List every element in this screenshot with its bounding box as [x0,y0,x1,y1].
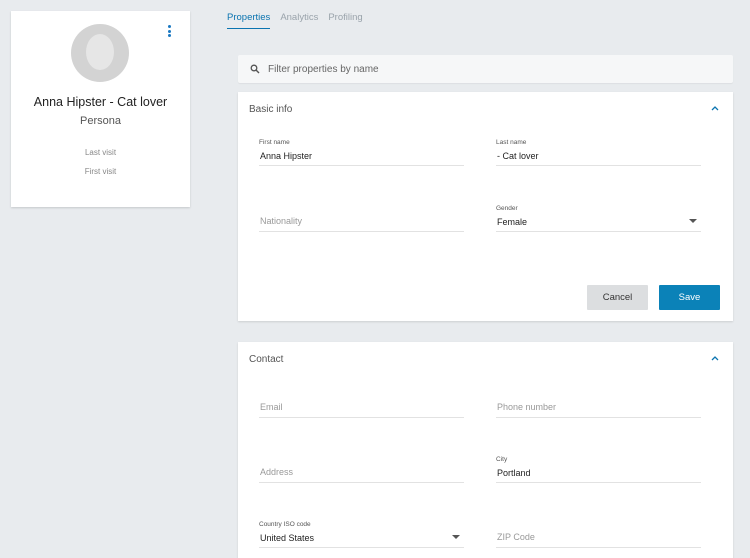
avatar [71,24,129,82]
gender-label: Gender [496,205,518,212]
avatar-placeholder-icon [86,34,114,70]
filter-bar [238,55,733,83]
caret-down-icon[interactable] [452,535,460,539]
last-name-field[interactable]: Last name - Cat lover [496,136,701,166]
search-icon [250,64,260,74]
tab-profiling[interactable]: Profiling [328,12,362,29]
phone-number-field[interactable]: Phone number [496,388,701,418]
first-name-label: First name [259,139,290,146]
last-name-label: Last name [496,139,527,146]
nationality-field[interactable]: Nationality [259,202,464,232]
city-field[interactable]: City Portland [496,453,701,483]
save-button[interactable]: Save [659,285,720,310]
contact-title: Contact [249,354,284,365]
profile-role: Persona [80,115,121,127]
tab-analytics[interactable]: Analytics [280,12,318,29]
country-iso-select[interactable]: Country ISO code United States [259,518,464,548]
gender-value: Female [497,217,528,227]
zip-code-placeholder: ZIP Code [497,532,535,542]
first-name-value: Anna Hipster [260,151,313,161]
nationality-placeholder: Nationality [260,216,303,226]
last-visit-label: Last visit [84,148,117,157]
basic-info-panel: Basic info First name Anna Hipster Last … [238,92,733,321]
address-field[interactable]: Address [259,453,464,483]
first-name-field[interactable]: First name Anna Hipster [259,136,464,166]
city-label: City [496,456,508,463]
country-iso-value: United States [260,533,315,543]
profile-name: Anna Hipster - Cat lover [33,95,168,109]
city-value: Portland [497,468,531,478]
caret-down-icon[interactable] [689,219,697,223]
email-placeholder: Email [260,402,283,412]
profile-card: Anna Hipster - Cat lover Persona Last vi… [11,11,190,207]
chevron-up-icon[interactable] [711,355,719,361]
email-field[interactable]: Email [259,388,464,418]
tab-bar: Properties Analytics Profiling [227,12,363,29]
country-iso-label: Country ISO code [259,521,311,528]
tab-properties[interactable]: Properties [227,12,271,29]
cancel-button[interactable]: Cancel [587,285,648,310]
filter-properties-input[interactable] [268,63,708,75]
gender-select[interactable]: Gender Female [496,202,701,232]
contact-panel: Contact Email Phone number Address City … [238,342,733,558]
address-placeholder: Address [260,467,294,477]
zip-code-field[interactable]: ZIP Code [496,518,701,548]
chevron-up-icon[interactable] [711,105,719,111]
basic-info-title: Basic info [249,104,293,115]
more-options-icon[interactable] [168,25,172,37]
last-name-value: - Cat lover [497,151,539,161]
first-visit-label: First visit [84,167,117,176]
phone-number-placeholder: Phone number [497,402,557,412]
